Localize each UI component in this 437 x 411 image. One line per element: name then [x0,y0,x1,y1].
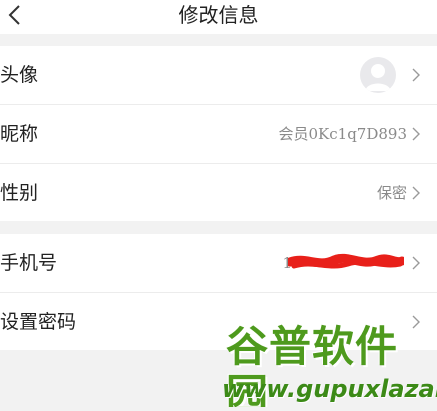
nickname-row[interactable]: 昵称 会员0Kc1q7D893 [0,105,437,163]
phone-redaction-mark [288,253,404,269]
phone-label: 手机号 [0,252,58,274]
profile-section: 头像 昵称 会员0Kc1q7D893 性别 保密 [0,46,437,221]
gender-label: 性别 [0,182,39,204]
avatar-row[interactable]: 头像 [0,46,437,104]
chevron-right-icon [412,256,420,270]
page-title: 修改信息 [178,3,259,27]
watermark: 谷普软件园 www.gupuxlazal.com [218,321,437,408]
chevron-right-icon [412,68,420,82]
nickname-value: 会员0Kc1q7D893 [278,125,408,143]
avatar-label: 头像 [0,64,39,86]
chevron-right-icon [412,186,420,200]
top-bar: 修改信息 [0,0,437,34]
watermark-url: www.gupuxlazal.com [222,375,437,403]
chevron-right-icon [412,127,420,141]
nickname-label: 昵称 [0,123,39,145]
default-avatar-icon [360,57,396,93]
gender-value: 保密 [376,184,407,202]
gender-row[interactable]: 性别 保密 [0,164,437,222]
password-label: 设置密码 [0,311,77,333]
